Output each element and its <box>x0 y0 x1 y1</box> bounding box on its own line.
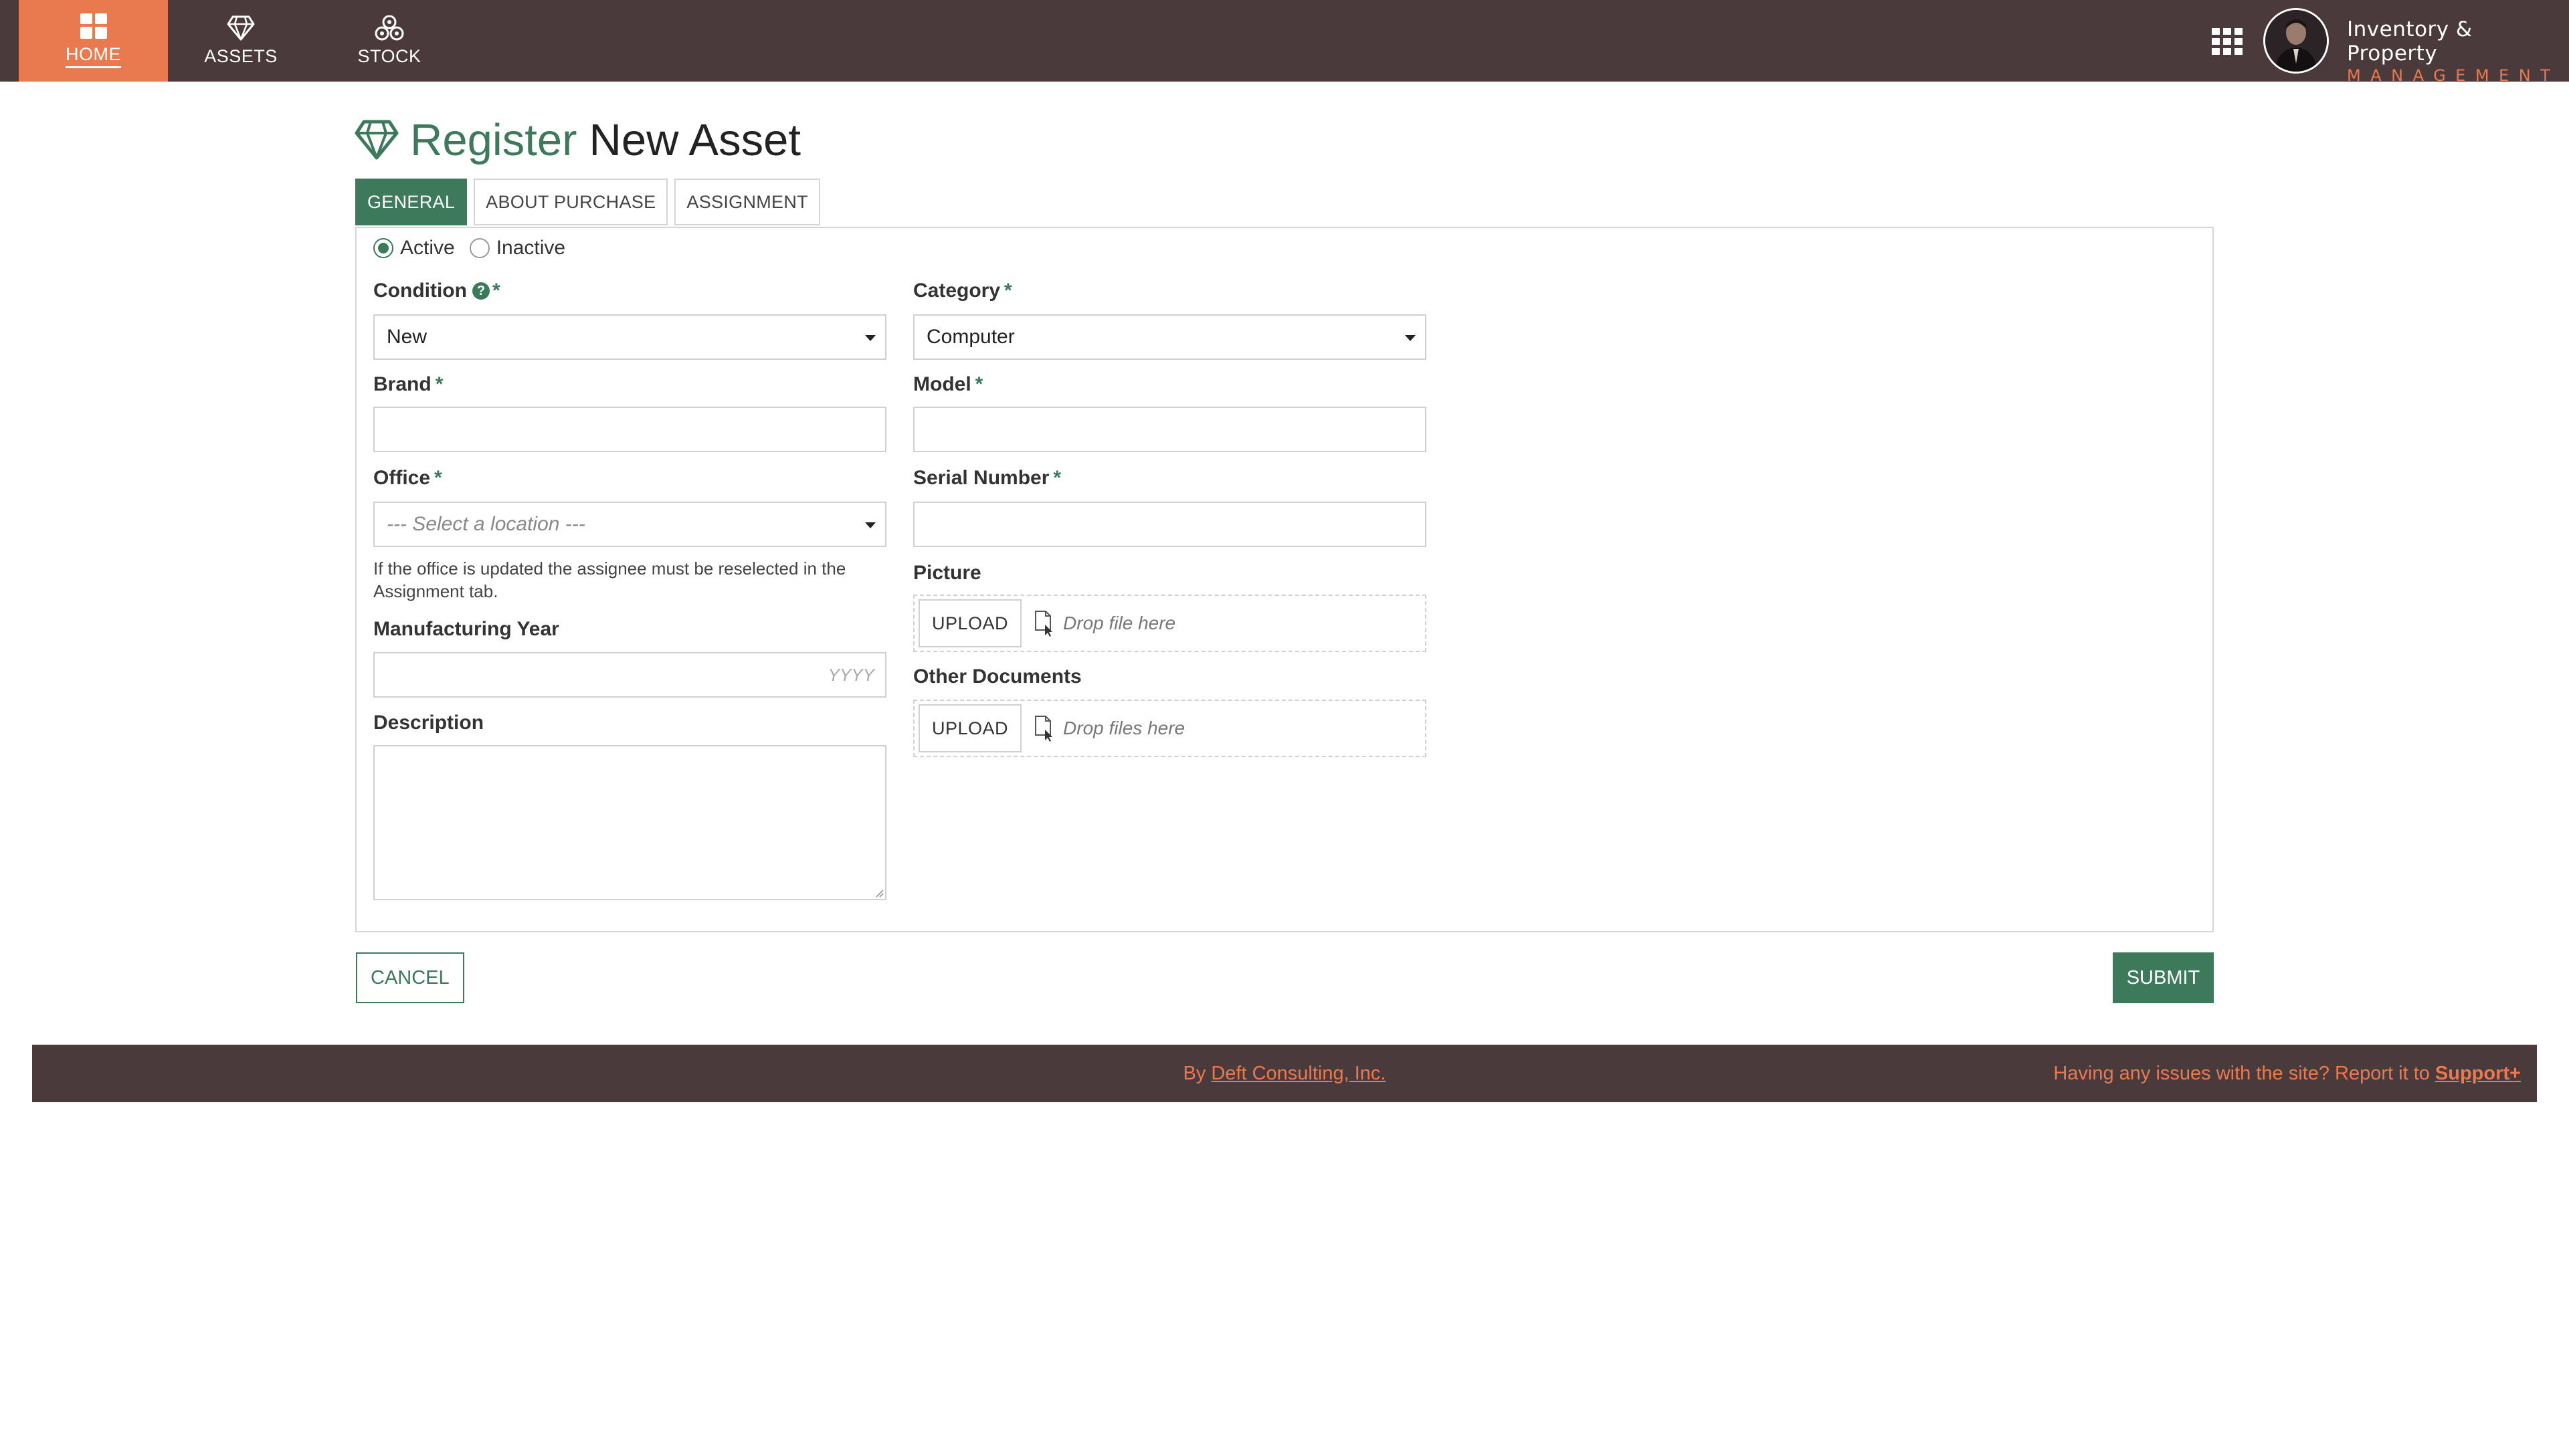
nav-assets[interactable]: ASSETS <box>167 0 314 82</box>
category-value: Computer <box>927 326 1015 348</box>
description-label: Description <box>373 712 484 734</box>
brand-logo: Inventory & Property MANAGEMENT <box>2347 17 2569 85</box>
manufacturing-year-label: Manufacturing Year <box>373 618 559 640</box>
category-label-text: Category <box>913 280 1001 302</box>
year-format-placeholder: YYYY <box>828 664 874 685</box>
brand-subtitle: MANAGEMENT <box>2347 66 2560 85</box>
user-avatar[interactable] <box>2263 8 2329 74</box>
model-label-text: Model <box>913 373 971 395</box>
inactive-radio-label: Inactive <box>496 237 566 259</box>
boxes-icon <box>375 15 404 40</box>
file-drop-icon <box>1035 716 1053 742</box>
office-hint: If the office is updated the assignee mu… <box>373 558 846 601</box>
required-mark: * <box>1053 467 1062 489</box>
page-title-rest: New Asset <box>589 114 801 165</box>
help-icon[interactable]: ? <box>472 282 490 300</box>
active-radio[interactable] <box>373 238 393 258</box>
office-label-text: Office <box>373 467 431 489</box>
page-title: Register New Asset <box>355 111 801 169</box>
footer-support: Having any issues with the site? Report … <box>2053 1045 2521 1102</box>
model-input[interactable] <box>913 407 1426 452</box>
required-mark: * <box>975 373 983 395</box>
brand-label: Brand * <box>373 373 443 396</box>
other-documents-drop-text: Drop files here <box>1063 718 1185 738</box>
dashboard-grid-icon <box>80 13 107 39</box>
support-link[interactable]: Support+ <box>2435 1063 2521 1085</box>
manufacturing-year-input[interactable]: YYYY <box>373 652 886 698</box>
resize-handle-icon[interactable] <box>874 888 884 898</box>
required-mark: * <box>1004 280 1012 302</box>
apps-grid-icon[interactable] <box>2212 28 2243 55</box>
page-title-accent: Register <box>410 114 577 165</box>
office-label: Office * <box>373 467 442 490</box>
footer-issues-text: Having any issues with the site? Report … <box>2053 1062 2430 1084</box>
office-select[interactable]: --- Select a location --- <box>373 502 886 547</box>
nav-home-label: HOME <box>66 44 121 68</box>
nav-stock[interactable]: STOCK <box>316 0 463 82</box>
user-portrait-icon <box>2265 10 2327 72</box>
condition-value: New <box>387 326 427 348</box>
submit-button[interactable]: SUBMIT <box>2113 952 2214 1003</box>
condition-label: Condition ? * <box>373 280 500 302</box>
condition-label-text: Condition <box>373 280 467 302</box>
office-placeholder: --- Select a location --- <box>387 513 585 535</box>
cancel-button[interactable]: CANCEL <box>356 952 464 1003</box>
required-mark: * <box>434 467 442 489</box>
active-radio-label: Active <box>400 237 455 259</box>
form-tabs: GENERAL ABOUT PURCHASE ASSIGNMENT <box>355 179 827 225</box>
description-textarea[interactable] <box>373 745 886 900</box>
footer: By Deft Consulting, Inc. Having any issu… <box>32 1045 2537 1102</box>
category-select[interactable]: Computer <box>913 314 1426 360</box>
inactive-radio[interactable] <box>469 238 490 258</box>
other-documents-upload-button[interactable]: UPLOAD <box>919 704 1022 752</box>
footer-by-text: By <box>1183 1062 1206 1084</box>
required-mark: * <box>435 373 444 395</box>
nav-assets-label: ASSETS <box>204 45 278 66</box>
status-radio-group: Active Inactive <box>373 237 580 259</box>
picture-dropzone[interactable]: UPLOAD Drop file here <box>913 595 1426 652</box>
other-documents-dropzone[interactable]: UPLOAD Drop files here <box>913 700 1426 757</box>
model-label: Model * <box>913 373 983 396</box>
company-link[interactable]: Deft Consulting, Inc. <box>1211 1063 1386 1085</box>
serial-number-label: Serial Number * <box>913 467 1061 490</box>
diamond-icon <box>355 120 399 160</box>
nav-home[interactable]: HOME <box>19 0 168 82</box>
nav-stock-label: STOCK <box>357 45 421 66</box>
picture-upload-button[interactable]: UPLOAD <box>919 599 1022 647</box>
required-mark: * <box>492 280 500 302</box>
serial-number-input[interactable] <box>913 502 1426 547</box>
condition-select[interactable]: New <box>373 314 886 360</box>
top-nav-bar: HOME ASSETS STOCK Inventory & Property M… <box>0 0 2569 85</box>
tab-assignment[interactable]: ASSIGNMENT <box>674 179 820 225</box>
brand-label-text: Brand <box>373 373 432 395</box>
picture-drop-text: Drop file here <box>1063 613 1176 633</box>
diamond-icon <box>227 15 255 40</box>
tab-about-purchase[interactable]: ABOUT PURCHASE <box>474 179 668 225</box>
category-label: Category * <box>913 280 1012 302</box>
picture-label: Picture <box>913 562 981 584</box>
brand-input[interactable] <box>373 407 886 452</box>
tab-general[interactable]: GENERAL <box>355 179 468 225</box>
file-drop-icon <box>1035 611 1053 637</box>
brand-title: Inventory & Property <box>2347 17 2473 66</box>
serial-number-label-text: Serial Number <box>913 467 1050 489</box>
other-documents-label: Other Documents <box>913 665 1082 688</box>
